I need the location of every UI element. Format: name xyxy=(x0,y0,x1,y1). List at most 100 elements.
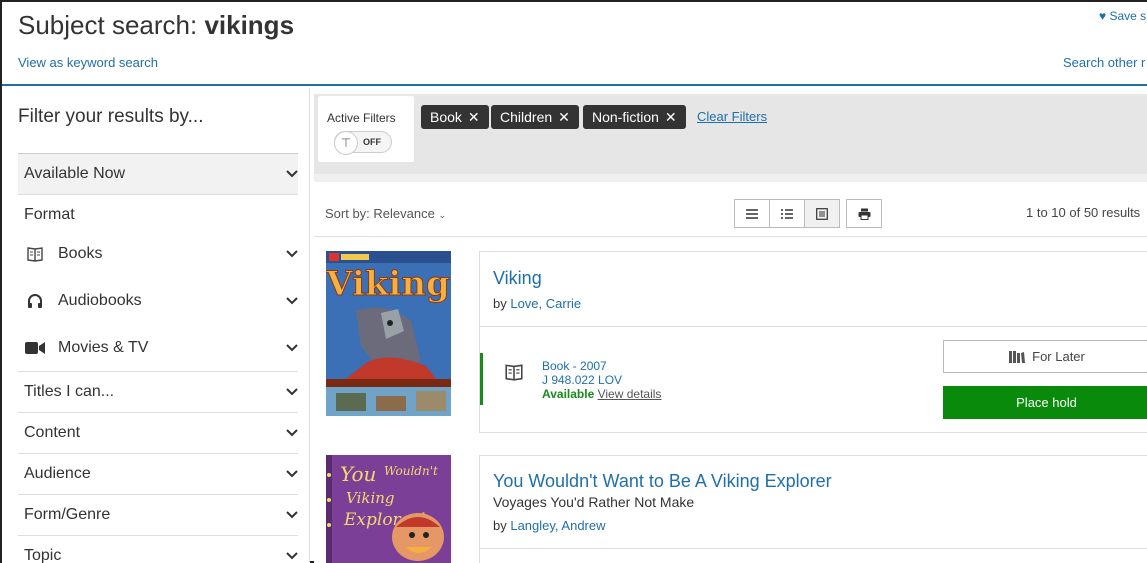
availability-status: Available xyxy=(542,387,595,401)
clear-filters-link[interactable]: Clear Filters xyxy=(697,109,767,124)
format-info: Book - 2007 J 948.022 LOV Available View… xyxy=(542,359,661,401)
book-cover-viking[interactable]: Viking xyxy=(326,251,451,416)
call-number: J 948.022 LOV xyxy=(542,373,623,387)
chevron-down-icon xyxy=(286,470,298,478)
filter-section-label: Form/Genre xyxy=(24,506,111,523)
book-cover-viking-explorer[interactable]: You Wouldn't Viking Explorer! xyxy=(326,455,451,563)
svg-text:You: You xyxy=(340,462,376,486)
book-icon xyxy=(24,244,46,264)
filter-format-books[interactable]: Books xyxy=(18,230,298,277)
search-other-link[interactable]: Search other r xyxy=(1063,55,1145,70)
svg-text:Wouldn't: Wouldn't xyxy=(384,464,438,478)
view-as-keyword-link[interactable]: View as keyword search xyxy=(18,55,158,70)
chip-label: Children xyxy=(500,109,553,125)
filter-format-movies[interactable]: Movies & TV xyxy=(18,324,298,371)
filter-audiobooks-label: Audiobooks xyxy=(58,291,142,309)
format-label[interactable]: Book - 2007 xyxy=(542,359,661,373)
author-prefix: by xyxy=(493,296,511,311)
video-camera-icon xyxy=(24,338,46,358)
list-icon xyxy=(746,208,758,219)
toggle-state-label: OFF xyxy=(363,137,381,147)
bulleted-list-icon xyxy=(781,208,793,219)
filter-format-header: Format xyxy=(18,194,298,235)
for-later-button[interactable]: For Later xyxy=(943,340,1147,373)
availability-indicator xyxy=(480,353,483,405)
result-card-1: Viking by Love, Carrie Book - 2007 J 948… xyxy=(479,251,1147,433)
chevron-down-icon xyxy=(286,552,298,560)
pin-icon: ⊤ xyxy=(334,131,358,155)
filter-movies-label: Movies & TV xyxy=(58,338,149,356)
chevron-down-icon xyxy=(286,344,298,352)
detailed-list-view-button[interactable] xyxy=(769,199,805,228)
place-hold-button[interactable]: Place hold xyxy=(943,386,1147,419)
for-later-label: For Later xyxy=(1032,349,1085,364)
result-title-link[interactable]: Viking xyxy=(493,268,542,289)
shelf-icon xyxy=(1009,350,1026,363)
active-filters-box: Active Filters ⊤ OFF xyxy=(318,96,414,162)
close-icon[interactable]: ✕ xyxy=(665,109,677,126)
chip-label: Non-fiction xyxy=(592,109,659,125)
chip-label: Book xyxy=(430,109,462,125)
filter-section-label: Titles I can... xyxy=(24,383,115,400)
book-icon xyxy=(505,364,523,381)
filter-form-genre[interactable]: Form/Genre xyxy=(18,494,298,535)
save-search-link[interactable]: ♥ Save s xyxy=(1099,9,1146,23)
result-author: by Love, Carrie xyxy=(493,296,581,311)
filter-chip-book[interactable]: Book ✕ xyxy=(421,105,489,129)
filter-available-now[interactable]: Available Now xyxy=(18,153,298,194)
filter-section-label: Content xyxy=(24,424,81,441)
filter-chip-non-fiction[interactable]: Non-fiction ✕ xyxy=(583,105,686,129)
author-link[interactable]: Langley, Andrew xyxy=(510,518,605,533)
sidebar-title: Filter your results by... xyxy=(18,106,204,127)
filter-titles-i-can[interactable]: Titles I can... xyxy=(18,371,298,412)
author-link[interactable]: Love, Carrie xyxy=(510,296,581,311)
print-icon xyxy=(858,208,870,220)
result-subtitle: Voyages You'd Rather Not Make xyxy=(493,494,695,510)
sort-dropdown[interactable]: Sort by: Relevance ⌄ xyxy=(325,206,446,221)
headphones-icon xyxy=(24,291,46,311)
filter-format-audiobooks[interactable]: Audiobooks xyxy=(18,277,298,324)
view-details-link[interactable]: View details xyxy=(598,387,662,401)
svg-text:Viking: Viking xyxy=(346,489,395,507)
chevron-down-icon xyxy=(286,511,298,519)
pin-filters-toggle[interactable]: ⊤ OFF xyxy=(334,131,392,155)
save-search-label: Save s xyxy=(1109,9,1147,23)
close-icon[interactable]: ✕ xyxy=(468,109,480,126)
filter-available-now-label: Available Now xyxy=(24,165,126,182)
svg-text:Viking: Viking xyxy=(326,264,450,304)
filter-section-label: Topic xyxy=(24,547,62,563)
results-count: 1 to 10 of 50 results xyxy=(1026,205,1141,220)
filter-chip-children[interactable]: Children ✕ xyxy=(491,105,579,129)
print-button[interactable] xyxy=(846,199,882,228)
chevron-down-icon xyxy=(286,170,298,178)
card-divider xyxy=(480,548,1147,549)
filter-content[interactable]: Content xyxy=(18,412,298,453)
toolbar-divider xyxy=(314,236,1147,237)
chevron-down-icon xyxy=(286,297,298,305)
card-view-icon xyxy=(816,207,828,220)
page-header: Subject search: vikings View as keyword … xyxy=(2,2,1147,86)
card-view-button[interactable] xyxy=(804,199,840,228)
view-mode-group xyxy=(734,199,882,228)
page-title: Subject search: vikings xyxy=(18,10,294,41)
chevron-down-icon: ⌄ xyxy=(438,210,447,220)
result-author: by Langley, Andrew xyxy=(493,518,606,533)
card-divider xyxy=(480,326,1147,327)
list-view-button[interactable] xyxy=(734,199,770,228)
search-term: vikings xyxy=(204,10,295,40)
chevron-down-icon xyxy=(286,250,298,258)
active-filters-label: Active Filters xyxy=(327,111,396,125)
result-title-link[interactable]: You Wouldn't Want to Be A Viking Explore… xyxy=(493,471,832,492)
filter-books-label: Books xyxy=(58,244,103,262)
filter-format-label: Format xyxy=(24,206,75,223)
filter-topic[interactable]: Topic xyxy=(18,535,298,563)
filter-sidebar: Filter your results by... Available Now … xyxy=(2,88,310,563)
heart-icon: ♥ xyxy=(1099,9,1107,23)
filters-bar-divider xyxy=(314,174,1147,182)
close-icon[interactable]: ✕ xyxy=(558,109,570,126)
filter-audience[interactable]: Audience xyxy=(18,453,298,494)
result-card-2: You Wouldn't Want to Be A Viking Explore… xyxy=(479,455,1147,563)
title-prefix: Subject search: xyxy=(18,10,205,40)
chevron-down-icon xyxy=(286,429,298,437)
filter-section-label: Audience xyxy=(24,465,91,482)
